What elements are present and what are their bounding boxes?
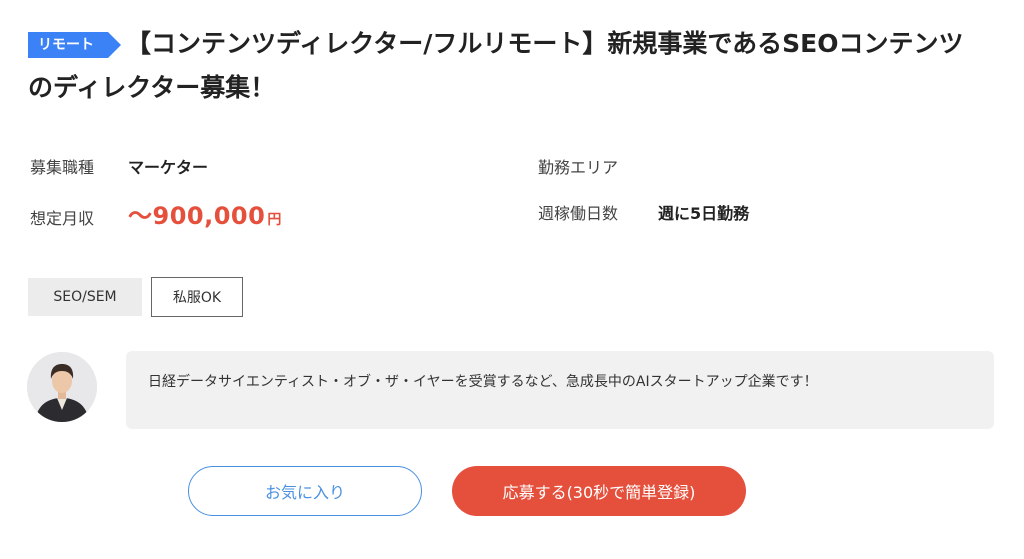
position-row: 募集職種 マーケター (30, 154, 208, 178)
position-label: 募集職種 (30, 158, 95, 177)
person-avatar-icon (27, 352, 97, 422)
salary-label: 想定月収 (30, 209, 95, 228)
job-title-block: リモート 【コンテンツディレクター/フルリモート】新規事業であるSEOコンテンツの… (28, 22, 988, 110)
workdays-value: 週に5日勤務 (658, 204, 750, 223)
favorite-button[interactable]: お気に入り (188, 466, 422, 516)
workdays-row: 週稼働日数 週に5日勤務 (538, 200, 749, 224)
avatar (27, 352, 97, 422)
area-row: 勤務エリア (538, 154, 618, 178)
job-title[interactable]: 【コンテンツディレクター/フルリモート】新規事業であるSEOコンテンツのディレク… (28, 29, 963, 102)
tag-casual-dress: 私服OK (151, 277, 243, 317)
apply-button[interactable]: 応募する(30秒で簡単登録) (452, 466, 746, 516)
company-message: 日経データサイエンティスト・オブ・ザ・イヤーを受賞するなど、急成長中のAIスター… (126, 351, 994, 429)
remote-badge: リモート (28, 32, 121, 58)
tag-seo-sem: SEO/SEM (28, 278, 142, 316)
area-label: 勤務エリア (538, 158, 619, 177)
workdays-label: 週稼働日数 (538, 204, 619, 223)
salary-value: 〜900,000 (128, 202, 266, 230)
position-value: マーケター (128, 158, 209, 177)
salary-row: 想定月収 〜900,000 円 (30, 196, 281, 231)
salary-unit: 円 (267, 212, 282, 228)
